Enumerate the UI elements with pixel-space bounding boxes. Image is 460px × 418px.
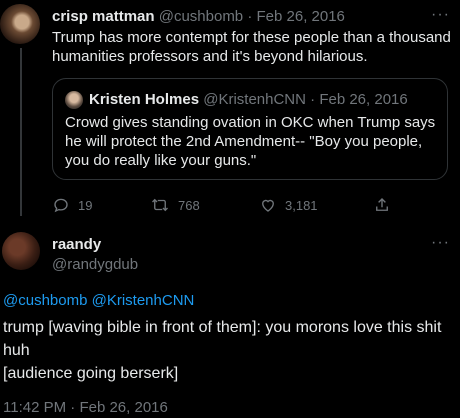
quote-separator: · xyxy=(310,91,316,108)
quote-author-name: Kristen Holmes xyxy=(89,91,200,108)
tweet-header: crisp mattman @cushbomb · Feb 26, 2016 xyxy=(52,8,345,25)
reply-timestamp[interactable]: 11:42 PM · Feb 26, 2016 xyxy=(3,399,168,416)
like-action[interactable]: 3,181 xyxy=(259,196,318,214)
author-handle[interactable]: @cushbomb xyxy=(159,8,243,25)
author-name[interactable]: crisp mattman xyxy=(52,8,155,25)
more-options-icon[interactable]: ··· xyxy=(431,6,450,24)
tweet-date[interactable]: Feb 26, 2016 xyxy=(257,8,345,25)
reply-text: trump [waving bible in front of them]: y… xyxy=(3,316,453,385)
heart-icon xyxy=(262,199,274,212)
reply-text-line-1: trump [waving bible in front of them]: y… xyxy=(3,319,442,359)
share-action[interactable] xyxy=(373,196,391,214)
like-count: 3,181 xyxy=(285,197,318,213)
author-avatar[interactable] xyxy=(0,4,40,44)
reply-author-handle[interactable]: @randygdub xyxy=(52,256,138,273)
header-separator: · xyxy=(247,8,253,25)
reply-author-name[interactable]: raandy xyxy=(52,236,101,253)
retweet-action[interactable]: 768 xyxy=(150,196,200,214)
thread-line xyxy=(20,48,22,216)
quote-date: Feb 26, 2016 xyxy=(319,91,408,108)
quoted-tweet[interactable]: Kristen Holmes @KristenhCNN · Feb 26, 20… xyxy=(52,78,448,180)
retweet-icon xyxy=(152,198,168,212)
reply-more-options-icon[interactable]: ··· xyxy=(431,234,450,252)
reply-text-line-2: [audience going berserk] xyxy=(3,365,179,382)
reply-mentions[interactable]: @cushbomb @KristenhCNN xyxy=(3,292,194,309)
reply-author-avatar[interactable] xyxy=(2,232,40,270)
quote-text: Crowd gives standing ovation in OKC when… xyxy=(65,114,436,169)
quote-author-avatar xyxy=(65,91,83,109)
quote-header: Kristen Holmes @KristenhCNN · Feb 26, 20… xyxy=(89,91,408,108)
reply-action[interactable]: 19 xyxy=(52,196,92,214)
reply-icon xyxy=(54,198,68,213)
retweet-count: 768 xyxy=(178,197,200,213)
share-icon xyxy=(376,198,388,211)
reply-date: Feb 26, 2016 xyxy=(79,399,168,416)
tweet-text: Trump has more contempt for these people… xyxy=(52,29,451,65)
reply-time: 11:42 PM xyxy=(3,399,67,416)
quote-author-handle: @KristenhCNN xyxy=(203,91,306,108)
reply-count: 19 xyxy=(78,197,93,213)
reply-time-separator: · xyxy=(70,399,76,416)
